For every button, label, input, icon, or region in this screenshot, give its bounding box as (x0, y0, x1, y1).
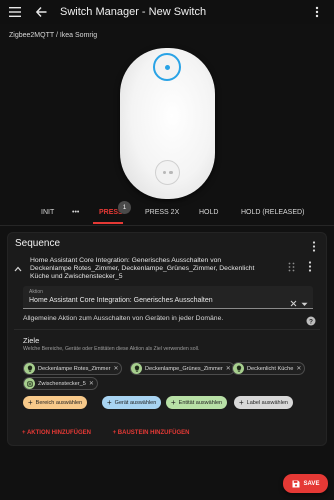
plus-icon: + (28, 397, 33, 407)
add-links: + AKTION HINZUFÜGEN + BAUSTEIN HINZUFÜGE… (22, 430, 209, 436)
targets-subtitle: Welche Bereiche, Geräte oder Entitäten d… (23, 346, 200, 352)
top-bar: Switch Manager - New Switch (0, 0, 334, 24)
lightbulb-icon (131, 363, 142, 374)
target-chip[interactable]: Deckenlicht Küche ✕ (232, 362, 306, 375)
pick-entity-button[interactable]: + Entität auswählen (166, 396, 228, 409)
target-chip[interactable]: Deckenlampe Rotes_Zimmer ✕ (23, 362, 123, 375)
action-header[interactable]: Home Assistant Core Integration: Generis… (14, 255, 314, 285)
page-title: Switch Manager - New Switch (60, 6, 207, 18)
plus-icon: + (107, 397, 112, 407)
remove-icon[interactable]: ✕ (226, 365, 231, 372)
action-title: Home Assistant Core Integration: Generis… (30, 257, 255, 281)
action-description: Allgemeine Aktion zum Ausschalten von Ge… (23, 315, 224, 322)
tab-more[interactable]: ••• (72, 209, 79, 216)
add-building-block-button[interactable]: + BAUSTEIN HINZUFÜGEN (113, 430, 200, 436)
active-tab-indicator (93, 222, 123, 224)
drag-handle-icon[interactable] (288, 259, 295, 277)
plus-icon: + (239, 397, 244, 407)
remove-icon[interactable]: ✕ (113, 365, 118, 372)
device-button-top[interactable] (153, 53, 181, 81)
lightbulb-icon (24, 363, 35, 374)
divider (14, 329, 320, 330)
breadcrumb: Zigbee2MQTT / Ikea Somrig (9, 32, 98, 39)
sequence-card: Sequence Home Assistant Core Integration… (7, 232, 327, 446)
pick-area-button[interactable]: + Bereich auswählen (23, 396, 88, 409)
action-select-value: Home Assistant Core Integration: Generis… (29, 297, 213, 304)
floppy-disk-icon (292, 480, 300, 487)
lightbulb-icon (233, 363, 244, 374)
action-select[interactable]: Aktion Home Assistant Core Integration: … (23, 286, 313, 309)
tab-hold-released[interactable]: HOLD (RELEASED) (241, 209, 304, 216)
pick-label-button[interactable]: + Label auswählen (234, 396, 293, 409)
button-action-tabs: INIT ••• PRESS PRESS 2X HOLD HOLD (RELEA… (0, 200, 334, 226)
plug-icon (24, 378, 35, 389)
plus-icon: + (171, 397, 176, 407)
tab-press-2x[interactable]: PRESS 2X (145, 209, 179, 216)
device-button-bottom[interactable] (155, 160, 180, 185)
pick-device-button[interactable]: + Gerät auswählen (102, 396, 162, 409)
action-select-label: Aktion (29, 289, 43, 295)
add-action-button[interactable]: + AKTION HINZUFÜGEN (22, 430, 101, 436)
action-more-icon[interactable] (308, 259, 312, 277)
device-image (120, 48, 215, 199)
clear-icon[interactable] (290, 294, 297, 312)
targets-title: Ziele (23, 336, 40, 345)
tab-count-badge: 1 (118, 201, 131, 214)
svg-text:?: ? (309, 318, 313, 325)
dropdown-arrow-icon[interactable] (301, 294, 308, 312)
sequence-title: Sequence (15, 238, 61, 249)
tab-init[interactable]: INIT (41, 209, 54, 216)
back-arrow-icon[interactable] (30, 1, 52, 23)
target-chip[interactable]: Deckenlampe_Grünes_Zimmer ✕ (130, 362, 235, 375)
save-button[interactable]: SAVE (283, 474, 328, 493)
more-options-icon[interactable] (306, 1, 328, 23)
remove-icon[interactable]: ✕ (296, 365, 301, 372)
remove-icon[interactable]: ✕ (89, 380, 94, 387)
chevron-up-icon[interactable] (14, 259, 22, 277)
target-chip[interactable]: Zwischenstecker_5 ✕ (23, 377, 98, 390)
menu-icon[interactable] (4, 1, 26, 23)
tab-hold[interactable]: HOLD (199, 209, 218, 216)
